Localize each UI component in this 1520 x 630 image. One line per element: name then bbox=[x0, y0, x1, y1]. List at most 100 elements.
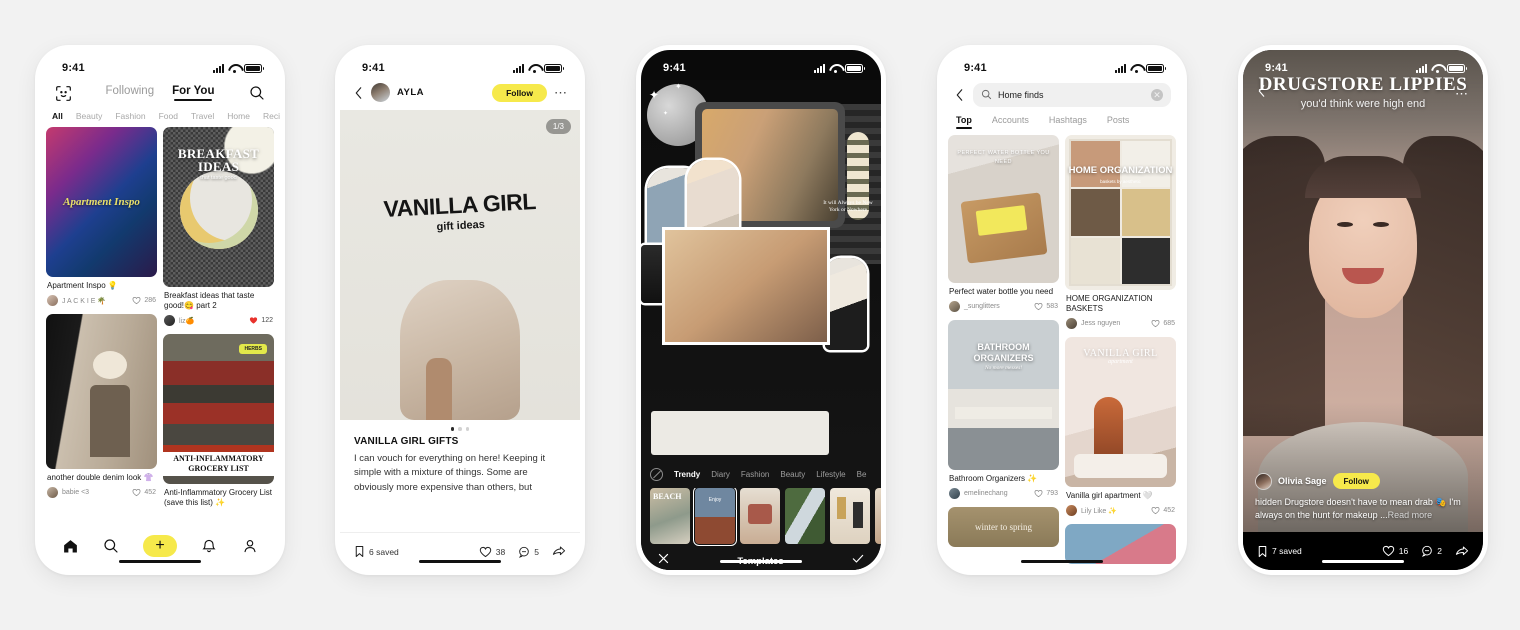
card-thumbnail[interactable]: winter to spring bbox=[948, 507, 1059, 547]
category-beauty[interactable]: Beauty bbox=[780, 470, 805, 479]
feed-scroll-area[interactable]: Apartment Inspo Apartment Inspo 💡 J A C … bbox=[40, 127, 280, 528]
card-likes[interactable]: 583 bbox=[1034, 302, 1058, 311]
card-thumbnail[interactable]: BATHROOM ORGANIZERS No more messes! bbox=[948, 320, 1059, 470]
card-user[interactable]: liz🍊 bbox=[164, 315, 194, 326]
tab-for-you[interactable]: For You bbox=[172, 85, 214, 101]
avatar[interactable] bbox=[1255, 472, 1272, 490]
card-likes[interactable]: 452 bbox=[1151, 506, 1175, 515]
template-thumb[interactable] bbox=[785, 488, 825, 544]
chip-all[interactable]: All bbox=[52, 111, 63, 121]
like-button[interactable]: 16 bbox=[1382, 545, 1408, 557]
chevron-left-icon[interactable] bbox=[953, 86, 965, 104]
search-results-grid[interactable]: PERFECT WATER BOTTLE YOU NEED Perfect wa… bbox=[942, 135, 1182, 570]
carousel-dot[interactable] bbox=[450, 427, 455, 431]
card-thumbnail[interactable]: HOME ORGANIZATION baskets by aesthetic bbox=[1065, 135, 1176, 290]
avatar[interactable] bbox=[371, 83, 390, 102]
create-plus-button[interactable]: + bbox=[142, 535, 177, 557]
post-photo[interactable]: VANILLA GIRL gift ideas 1/3 bbox=[340, 110, 580, 420]
chip-food[interactable]: Food bbox=[159, 111, 178, 121]
category-diary[interactable]: Diary bbox=[711, 470, 730, 479]
result-card[interactable]: winter to spring bbox=[948, 507, 1059, 547]
result-card[interactable]: HOME ORGANIZATION baskets by aesthetic H… bbox=[1065, 135, 1176, 329]
carousel-dot[interactable] bbox=[465, 427, 470, 431]
card-user[interactable]: babie <3 bbox=[47, 487, 89, 498]
search-icon[interactable] bbox=[248, 84, 266, 102]
chevron-left-icon[interactable] bbox=[1257, 84, 1266, 103]
tab-following[interactable]: Following bbox=[106, 85, 155, 101]
comment-button[interactable]: 5 bbox=[518, 546, 539, 558]
follow-button[interactable]: Follow bbox=[1332, 473, 1380, 490]
collage-canvas[interactable]: ✦ ✦ ✦ It will Always be New York or Nowh… bbox=[641, 80, 881, 459]
save-button[interactable]: 7 saved bbox=[1257, 545, 1302, 558]
category-trendy[interactable]: Trendy bbox=[674, 470, 700, 479]
card-thumbnail[interactable]: PERFECT WATER BOTTLE YOU NEED bbox=[948, 135, 1059, 283]
clear-circle-icon[interactable]: ✕ bbox=[1151, 89, 1163, 101]
card-user[interactable]: _sunglitters bbox=[949, 301, 1000, 312]
video-media[interactable]: 9:41 ⋯ DRUGSTORE LIPPIES you'd think wer… bbox=[1243, 50, 1483, 532]
card-thumbnail[interactable]: HERBS ANTI-INFLAMMATORY GROCERY LIST bbox=[163, 334, 274, 484]
search-icon[interactable] bbox=[102, 537, 120, 555]
result-card[interactable]: PERFECT WATER BOTTLE YOU NEED Perfect wa… bbox=[948, 135, 1059, 312]
card-thumbnail[interactable]: BREAKFAST IDEAS that taste good bbox=[163, 127, 274, 287]
post-username[interactable]: AYLA bbox=[397, 87, 485, 98]
chip-home[interactable]: Home bbox=[227, 111, 250, 121]
tab-accounts[interactable]: Accounts bbox=[992, 115, 1029, 129]
card-thumbnail[interactable]: VANILLA GIRL apartment bbox=[1065, 337, 1176, 487]
video-username[interactable]: Olivia Sage bbox=[1278, 476, 1327, 486]
card-thumbnail[interactable] bbox=[46, 314, 157, 469]
carousel-dot[interactable] bbox=[458, 427, 462, 431]
tab-hashtags[interactable]: Hashtags bbox=[1049, 115, 1087, 129]
bell-icon[interactable] bbox=[200, 537, 218, 555]
card-likes[interactable]: 286 bbox=[132, 296, 156, 305]
search-result-tabs[interactable]: Top Accounts Hashtags Posts bbox=[942, 115, 1182, 135]
category-fashion[interactable]: Fashion bbox=[741, 470, 769, 479]
home-icon[interactable] bbox=[61, 537, 79, 555]
card-likes[interactable]: 122 bbox=[249, 316, 273, 325]
template-thumb[interactable] bbox=[740, 488, 780, 544]
card-user[interactable]: Jess nguyen bbox=[1066, 318, 1120, 329]
share-button[interactable] bbox=[552, 545, 566, 558]
read-more-link[interactable]: Read more bbox=[1388, 510, 1433, 520]
tab-posts[interactable]: Posts bbox=[1107, 115, 1130, 129]
person-icon[interactable] bbox=[241, 537, 259, 555]
save-button[interactable]: 6 saved bbox=[354, 545, 399, 558]
feed-card[interactable]: another double denim look 👚 babie <3 452 bbox=[46, 314, 157, 498]
card-likes[interactable]: 452 bbox=[132, 488, 156, 497]
template-thumb-selected[interactable]: Enjoy bbox=[692, 488, 738, 547]
category-chips[interactable]: All Beauty Fashion Food Travel Home Reci… bbox=[40, 109, 280, 127]
card-thumbnail[interactable]: Apartment Inspo bbox=[46, 127, 157, 277]
card-thumbnail[interactable] bbox=[1065, 524, 1176, 564]
card-user[interactable]: emelinechang bbox=[949, 488, 1008, 499]
comment-button[interactable]: 2 bbox=[1421, 545, 1442, 557]
close-icon[interactable] bbox=[657, 552, 670, 570]
feed-card[interactable]: HERBS ANTI-INFLAMMATORY GROCERY LIST Ant… bbox=[163, 334, 274, 508]
chip-beauty[interactable]: Beauty bbox=[76, 111, 102, 121]
share-button[interactable] bbox=[1455, 545, 1469, 558]
category-lifestyle[interactable]: Lifestyle bbox=[816, 470, 845, 479]
tab-top[interactable]: Top bbox=[956, 115, 972, 129]
card-user[interactable]: J A C K I E 🌴 bbox=[47, 295, 106, 306]
search-input[interactable]: Home finds ✕ bbox=[973, 83, 1171, 107]
result-card[interactable]: VANILLA GIRL apartment Vanilla girl apar… bbox=[1065, 337, 1176, 516]
chip-fashion[interactable]: Fashion bbox=[115, 111, 145, 121]
no-template-icon[interactable] bbox=[650, 468, 663, 481]
more-dots-icon[interactable]: ⋯ bbox=[554, 86, 568, 99]
face-scan-icon[interactable] bbox=[54, 84, 72, 102]
category-be[interactable]: Be bbox=[857, 470, 867, 479]
feed-card[interactable]: BREAKFAST IDEAS that taste good Breakfas… bbox=[163, 127, 274, 326]
like-button[interactable]: 38 bbox=[479, 546, 505, 558]
check-icon[interactable] bbox=[851, 552, 865, 570]
chip-recipe[interactable]: Recipe bbox=[263, 111, 280, 121]
result-card[interactable] bbox=[1065, 524, 1176, 564]
chevron-left-icon[interactable] bbox=[352, 84, 364, 102]
card-user[interactable]: Lily Like ✨ bbox=[1066, 505, 1117, 516]
card-likes[interactable]: 685 bbox=[1151, 319, 1175, 328]
feed-card[interactable]: Apartment Inspo Apartment Inspo 💡 J A C … bbox=[46, 127, 157, 306]
template-categories[interactable]: Trendy Diary Fashion Beauty Lifestyle Be bbox=[641, 465, 881, 488]
follow-button[interactable]: Follow bbox=[492, 83, 547, 102]
result-card[interactable]: BATHROOM ORGANIZERS No more messes! Bath… bbox=[948, 320, 1059, 499]
chip-travel[interactable]: Travel bbox=[191, 111, 214, 121]
template-thumb[interactable] bbox=[830, 488, 870, 544]
template-thumb[interactable]: BEACH bbox=[650, 488, 690, 544]
template-thumbnails[interactable]: BEACH Enjoy bbox=[641, 488, 881, 552]
